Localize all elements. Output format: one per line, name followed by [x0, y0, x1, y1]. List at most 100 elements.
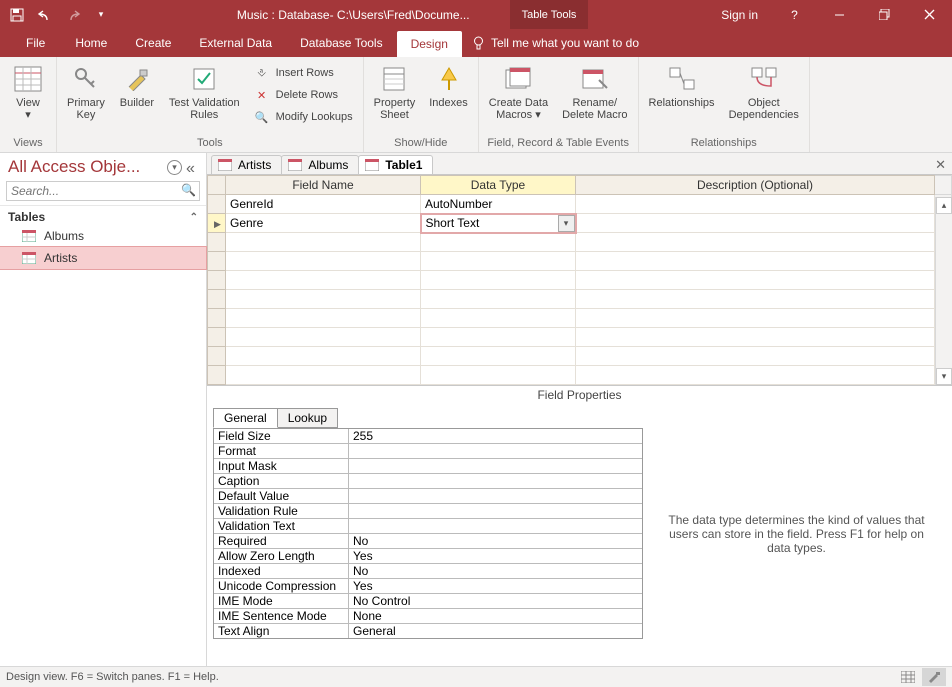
- row-selector[interactable]: [208, 347, 226, 366]
- row-selector[interactable]: [208, 214, 226, 233]
- redo-icon[interactable]: [62, 4, 84, 26]
- create-data-macros-button[interactable]: Create Data Macros ▾: [485, 61, 552, 123]
- fp-row[interactable]: Allow Zero LengthYes: [214, 549, 642, 564]
- view-datasheet-icon[interactable]: [896, 668, 920, 686]
- description-cell[interactable]: [576, 195, 935, 214]
- modify-lookups-button[interactable]: 🔍Modify Lookups: [250, 107, 357, 127]
- nav-group-tables[interactable]: Tables ⌃: [0, 206, 206, 225]
- scroll-up-icon[interactable]: ▴: [936, 197, 952, 214]
- tab-home[interactable]: Home: [61, 29, 121, 57]
- signin-link[interactable]: Sign in: [707, 8, 772, 22]
- fp-row[interactable]: IME ModeNo Control: [214, 594, 642, 609]
- field-name-cell[interactable]: Genre: [226, 214, 421, 233]
- fp-row[interactable]: Field Size255: [214, 429, 642, 444]
- search-input[interactable]: [6, 181, 200, 201]
- minimize-icon[interactable]: [817, 0, 862, 29]
- grid-vscroll[interactable]: ▴ ▾: [935, 197, 952, 385]
- fp-value[interactable]: 255: [349, 429, 642, 443]
- nav-item-artists[interactable]: Artists: [0, 247, 206, 269]
- row-selector[interactable]: [208, 328, 226, 347]
- row-selector[interactable]: [208, 233, 226, 252]
- tab-external-data[interactable]: External Data: [185, 29, 286, 57]
- nav-title[interactable]: All Access Obje...: [8, 157, 167, 177]
- search-icon[interactable]: 🔍: [181, 183, 196, 197]
- fp-row[interactable]: IndexedNo: [214, 564, 642, 579]
- help-icon[interactable]: ?: [772, 0, 817, 29]
- nav-item-label: Albums: [44, 229, 84, 243]
- fp-row[interactable]: Input Mask: [214, 459, 642, 474]
- fp-tab-general[interactable]: General: [213, 408, 278, 428]
- fp-value[interactable]: [349, 489, 642, 503]
- object-dependencies-button[interactable]: Object Dependencies: [725, 61, 803, 123]
- restore-icon[interactable]: [862, 0, 907, 29]
- close-tab-icon[interactable]: ✕: [935, 157, 946, 173]
- nav-menu-icon[interactable]: ▾: [167, 160, 182, 175]
- nav-item-albums[interactable]: Albums: [0, 225, 206, 247]
- view-button[interactable]: View▾: [6, 61, 50, 123]
- fp-row[interactable]: RequiredNo: [214, 534, 642, 549]
- scroll-down-icon[interactable]: ▾: [936, 368, 952, 385]
- fp-value[interactable]: [349, 444, 642, 458]
- fp-row[interactable]: IME Sentence ModeNone: [214, 609, 642, 624]
- col-data-type[interactable]: Data Type: [421, 176, 576, 195]
- fp-value[interactable]: No: [349, 534, 642, 548]
- doc-tab-table1[interactable]: Table1: [358, 155, 433, 174]
- tab-design[interactable]: Design: [397, 31, 462, 57]
- fp-value[interactable]: Yes: [349, 549, 642, 563]
- fp-row[interactable]: Text AlignGeneral: [214, 624, 642, 638]
- builder-button[interactable]: Builder: [115, 61, 159, 111]
- table-icon: [22, 229, 36, 243]
- relationships-button[interactable]: Relationships: [645, 61, 719, 111]
- fp-row[interactable]: Caption: [214, 474, 642, 489]
- delete-rows-button[interactable]: ✕Delete Rows: [250, 85, 357, 105]
- row-selector[interactable]: [208, 252, 226, 271]
- fp-value[interactable]: [349, 504, 642, 518]
- undo-icon[interactable]: [34, 4, 56, 26]
- col-field-name[interactable]: Field Name: [226, 176, 421, 195]
- data-type-cell[interactable]: Short Text▾: [421, 214, 576, 233]
- fp-value[interactable]: No: [349, 564, 642, 578]
- tab-file[interactable]: File: [10, 29, 61, 57]
- table-icon: [365, 158, 379, 172]
- rename-delete-macro-button[interactable]: Rename/ Delete Macro: [558, 61, 631, 123]
- fp-value[interactable]: [349, 474, 642, 488]
- data-type-cell[interactable]: AutoNumber: [421, 195, 576, 214]
- doc-tab-albums[interactable]: Albums: [281, 155, 359, 174]
- tab-database-tools[interactable]: Database Tools: [286, 29, 397, 57]
- fp-row[interactable]: Format: [214, 444, 642, 459]
- fp-row[interactable]: Validation Rule: [214, 504, 642, 519]
- row-selector[interactable]: [208, 309, 226, 328]
- row-selector[interactable]: [208, 290, 226, 309]
- field-name-cell[interactable]: GenreId: [226, 195, 421, 214]
- fp-value[interactable]: [349, 519, 642, 533]
- fp-value[interactable]: Yes: [349, 579, 642, 593]
- property-sheet-button[interactable]: Property Sheet: [370, 61, 420, 123]
- view-design-icon[interactable]: [922, 668, 946, 686]
- fp-tab-lookup[interactable]: Lookup: [277, 408, 338, 428]
- fp-row[interactable]: Validation Text: [214, 519, 642, 534]
- col-description[interactable]: Description (Optional): [576, 176, 935, 195]
- qat-customize-icon[interactable]: ▾: [90, 4, 112, 26]
- close-icon[interactable]: [907, 0, 952, 29]
- tell-me-search[interactable]: Tell me what you want to do: [472, 29, 639, 57]
- fp-value[interactable]: None: [349, 609, 642, 623]
- field-properties-help: The data type determines the kind of val…: [667, 513, 926, 555]
- fp-value[interactable]: No Control: [349, 594, 642, 608]
- tab-create[interactable]: Create: [121, 29, 185, 57]
- dropdown-icon[interactable]: ▾: [558, 215, 575, 232]
- row-selector[interactable]: [208, 271, 226, 290]
- doc-tab-artists[interactable]: Artists: [211, 155, 282, 174]
- row-selector[interactable]: [208, 366, 226, 385]
- test-validation-button[interactable]: Test Validation Rules: [165, 61, 244, 123]
- primary-key-button[interactable]: Primary Key: [63, 61, 109, 123]
- fp-row[interactable]: Unicode CompressionYes: [214, 579, 642, 594]
- description-cell[interactable]: [576, 214, 935, 233]
- row-selector[interactable]: [208, 195, 226, 214]
- shutter-icon[interactable]: «: [186, 160, 200, 174]
- save-icon[interactable]: [6, 4, 28, 26]
- fp-value[interactable]: General: [349, 624, 642, 638]
- fp-row[interactable]: Default Value: [214, 489, 642, 504]
- indexes-button[interactable]: Indexes: [425, 61, 472, 111]
- insert-rows-button[interactable]: ⎀Insert Rows: [250, 63, 357, 83]
- fp-value[interactable]: [349, 459, 642, 473]
